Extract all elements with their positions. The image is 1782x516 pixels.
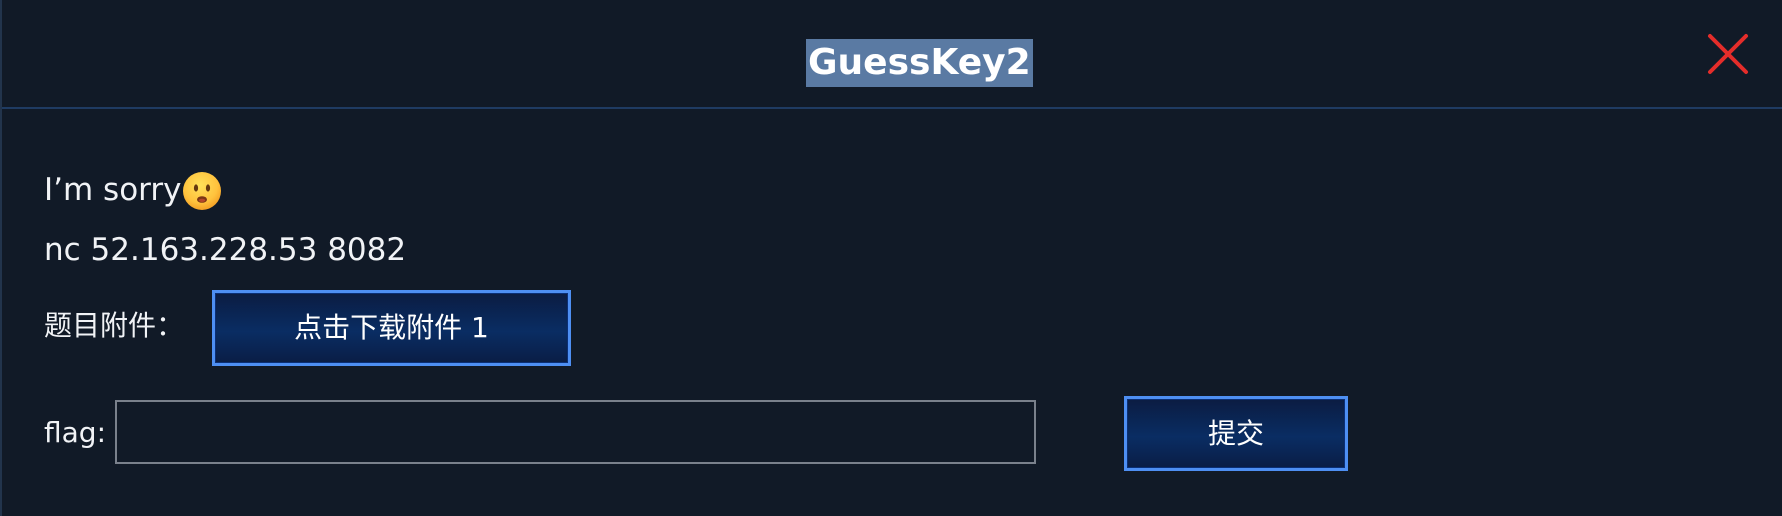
frowning-face-emoji	[183, 172, 221, 210]
server-command: nc 52.163.228.53 8082	[44, 232, 407, 268]
sorry-message: I’m sorry	[44, 172, 182, 208]
download-attachment-button[interactable]: 点击下载附件 1	[212, 290, 571, 366]
attachment-label: 题目附件：	[44, 309, 185, 342]
flag-input[interactable]	[115, 400, 1036, 464]
challenge-modal: GuessKey2 I’m sorry nc 52.163.228.53 808…	[0, 0, 1782, 516]
submit-button[interactable]: 提交	[1124, 396, 1348, 471]
modal-header: GuessKey2	[2, 0, 1782, 109]
modal-title: GuessKey2	[806, 39, 1033, 87]
close-icon[interactable]	[1705, 31, 1751, 77]
flag-label: flag:	[44, 416, 107, 449]
